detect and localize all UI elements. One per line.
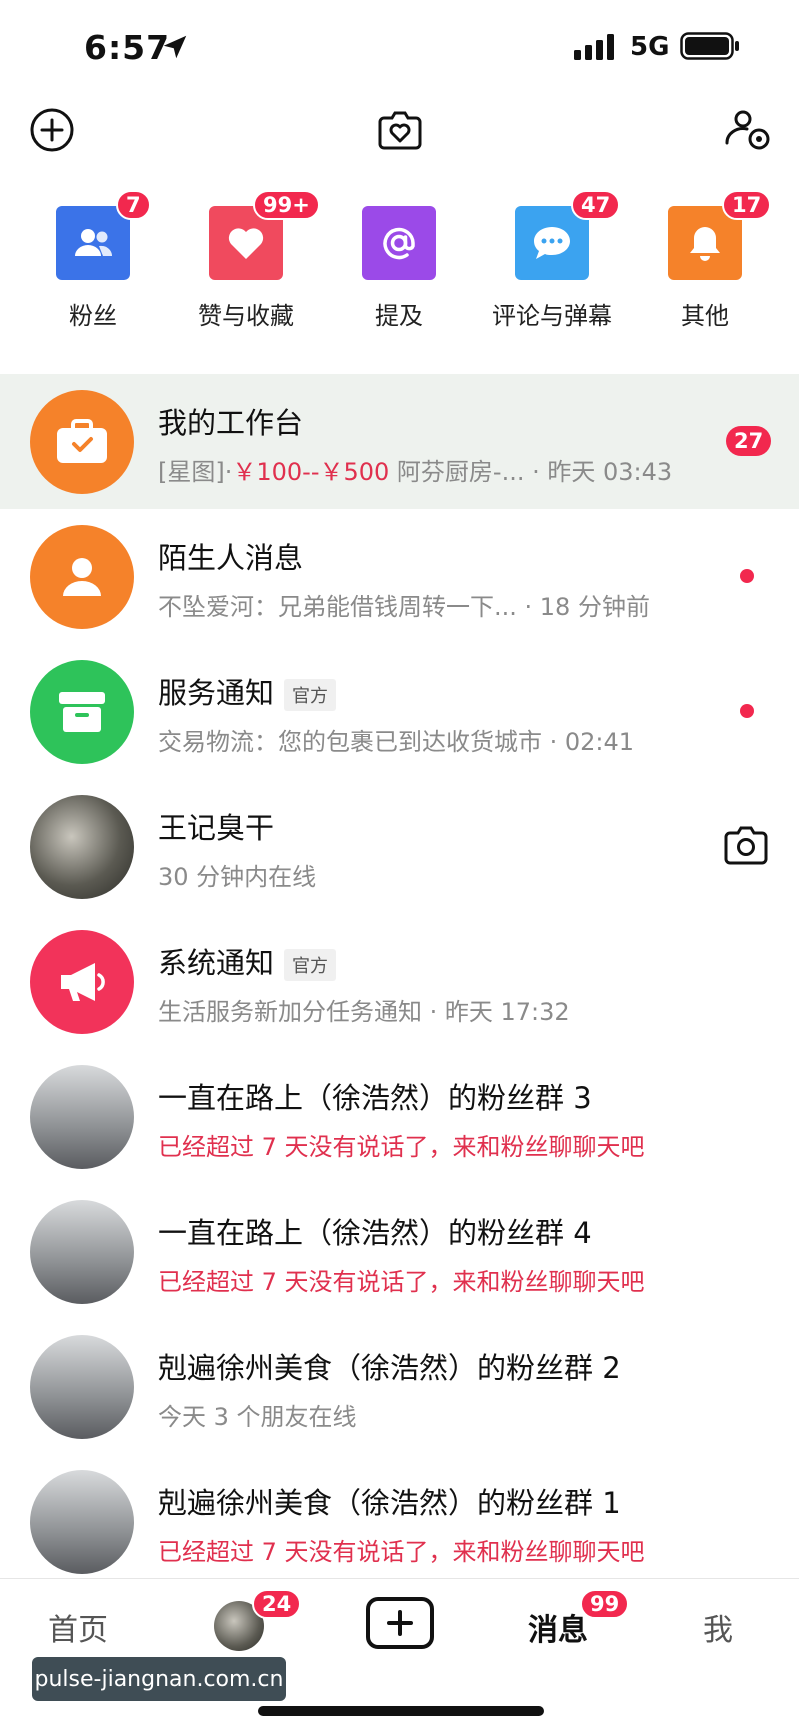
at-icon xyxy=(383,227,415,260)
unread-badge: 27 xyxy=(726,426,772,456)
tab-me[interactable]: 我 xyxy=(703,1605,733,1649)
preview-rest: 阿芬厨房-... · 昨天 03:43 xyxy=(389,458,673,486)
category-badge: 47 xyxy=(571,190,621,220)
message-row-fan-group-4[interactable]: 一直在路上（徐浩然）的粉丝群 4 已经超过 7 天没有说话了，来和粉丝聊聊天吧 xyxy=(0,1184,799,1319)
location-arrow-icon xyxy=(163,35,187,59)
message-row-workbench[interactable]: 我的工作台 [星图]·￥100--￥500 阿芬厨房-... · 昨天 03:4… xyxy=(0,374,799,509)
briefcase-icon xyxy=(57,419,107,463)
category-likes[interactable]: 99+ 赞与收藏 xyxy=(171,190,321,340)
category-label: 提及 xyxy=(375,302,423,330)
avatar xyxy=(30,930,134,1034)
message-title: 陌生人消息 xyxy=(158,541,304,575)
network-type: 5G xyxy=(630,32,670,62)
message-preview: 今天 3 个朋友在线 xyxy=(158,1403,357,1431)
photo-avatar xyxy=(30,1065,134,1169)
category-comments[interactable]: 47 评论与弹幕 xyxy=(477,190,627,340)
tab-home[interactable]: 首页 xyxy=(48,1605,108,1649)
photo-avatar xyxy=(30,1470,134,1574)
message-preview: 交易物流：您的包裹已到达收货城市 · 02:41 xyxy=(158,728,635,756)
avatar xyxy=(30,390,134,494)
message-preview: 已经超过 7 天没有说话了，来和粉丝聊聊天吧 xyxy=(158,1133,645,1161)
message-title: 服务通知 官方 xyxy=(158,670,337,712)
plus-icon xyxy=(387,1610,413,1636)
status-bar: 6:57 5G xyxy=(0,0,799,90)
photo-avatar xyxy=(30,1200,134,1304)
home-indicator xyxy=(258,1706,544,1716)
photo-avatar xyxy=(30,795,134,899)
person-icon xyxy=(63,558,101,596)
message-row-wangji[interactable]: 王记臭干 30 分钟内在线 xyxy=(0,779,799,914)
people-icon xyxy=(75,229,113,256)
camera-icon[interactable] xyxy=(722,823,770,867)
friends-badge: 24 xyxy=(252,1589,302,1619)
category-badge: 7 xyxy=(116,190,151,220)
camera-heart-icon xyxy=(378,111,422,150)
bell-icon xyxy=(690,227,720,261)
create-button[interactable] xyxy=(366,1597,434,1649)
category-icon-box xyxy=(56,206,130,280)
category-badge: 17 xyxy=(722,190,772,220)
chat-bubble-icon xyxy=(534,227,570,259)
message-title: 一直在路上（徐浩然）的粉丝群 4 xyxy=(158,1216,592,1250)
category-label: 其他 xyxy=(681,302,729,330)
message-row-food-group-2[interactable]: 剋遍徐州美食（徐浩然）的粉丝群 2 今天 3 个朋友在线 xyxy=(0,1319,799,1454)
official-tag: 官方 xyxy=(284,679,337,711)
title-text: 服务通知 xyxy=(158,676,275,710)
message-title: 我的工作台 xyxy=(158,406,304,440)
message-row-system[interactable]: 系统通知 官方 生活服务新加分任务通知 · 昨天 17:32 xyxy=(0,914,799,1049)
message-title: 系统通知 官方 xyxy=(158,940,337,982)
category-icon-box xyxy=(362,206,436,280)
top-bar xyxy=(0,100,799,164)
category-label: 粉丝 xyxy=(69,302,117,330)
add-friend-button[interactable] xyxy=(22,100,82,160)
message-preview: 生活服务新加分任务通知 · 昨天 17:32 xyxy=(158,998,570,1026)
message-preview: 不坠爱河：兄弟能借钱周转一下... · 18 分钟前 xyxy=(158,593,650,621)
unread-dot xyxy=(740,704,754,718)
message-title: 一直在路上（徐浩然）的粉丝群 3 xyxy=(158,1081,592,1115)
title-text: 系统通知 xyxy=(158,946,275,980)
unread-dot xyxy=(740,569,754,583)
megaphone-icon xyxy=(61,963,105,1001)
category-label: 赞与收藏 xyxy=(198,302,294,330)
message-title: 剋遍徐州美食（徐浩然）的粉丝群 2 xyxy=(158,1351,621,1385)
message-preview: 已经超过 7 天没有说话了，来和粉丝聊聊天吧 xyxy=(158,1538,645,1566)
message-row-food-group-1[interactable]: 剋遍徐州美食（徐浩然）的粉丝群 1 已经超过 7 天没有说话了，来和粉丝聊聊天吧 xyxy=(0,1454,799,1589)
category-row: 7 粉丝 99+ 赞与收藏 提及 47 评论与弹幕 17 其他 xyxy=(0,190,799,340)
message-preview: 已经超过 7 天没有说话了，来和粉丝聊聊天吧 xyxy=(158,1268,645,1296)
message-row-strangers[interactable]: 陌生人消息 不坠爱河：兄弟能借钱周转一下... · 18 分钟前 xyxy=(0,509,799,644)
people-settings-icon xyxy=(725,110,770,150)
heart-icon xyxy=(228,228,264,259)
category-badge: 99+ xyxy=(253,190,320,220)
battery-icon xyxy=(680,32,739,60)
category-other[interactable]: 17 其他 xyxy=(630,190,780,340)
official-tag: 官方 xyxy=(284,949,337,981)
status-time: 6:57 xyxy=(84,28,171,67)
category-mentions[interactable]: 提及 xyxy=(324,190,474,340)
message-list: 我的工作台 [星图]·￥100--￥500 阿芬厨房-... · 昨天 03:4… xyxy=(0,374,799,1589)
category-fans[interactable]: 7 粉丝 xyxy=(18,190,168,340)
category-label: 评论与弹幕 xyxy=(492,302,612,330)
message-title: 剋遍徐州美食（徐浩然）的粉丝群 1 xyxy=(158,1486,621,1520)
preview-price: ￥100--￥500 xyxy=(232,458,390,486)
signal-icon xyxy=(574,34,614,60)
camera-button[interactable] xyxy=(370,100,430,160)
plus-circle-icon xyxy=(30,108,74,152)
avatar xyxy=(30,660,134,764)
photo-avatar xyxy=(30,1335,134,1439)
watermark: pulse-jiangnan.com.cn xyxy=(32,1657,286,1701)
message-row-service[interactable]: 服务通知 官方 交易物流：您的包裹已到达收货城市 · 02:41 xyxy=(0,644,799,779)
box-icon xyxy=(59,692,105,732)
preview-prefix: [星图]· xyxy=(158,458,233,486)
message-row-fan-group-3[interactable]: 一直在路上（徐浩然）的粉丝群 3 已经超过 7 天没有说话了，来和粉丝聊聊天吧 xyxy=(0,1049,799,1184)
message-preview: 30 分钟内在线 xyxy=(158,863,317,891)
message-preview: [星图]·￥100--￥500 阿芬厨房-... · 昨天 03:43 xyxy=(158,452,672,487)
messages-badge: 99 xyxy=(580,1589,630,1619)
tab-messages[interactable]: 消息 xyxy=(528,1605,588,1649)
avatar xyxy=(30,525,134,629)
message-title: 王记臭干 xyxy=(158,811,275,845)
contacts-settings-button[interactable] xyxy=(718,100,778,160)
